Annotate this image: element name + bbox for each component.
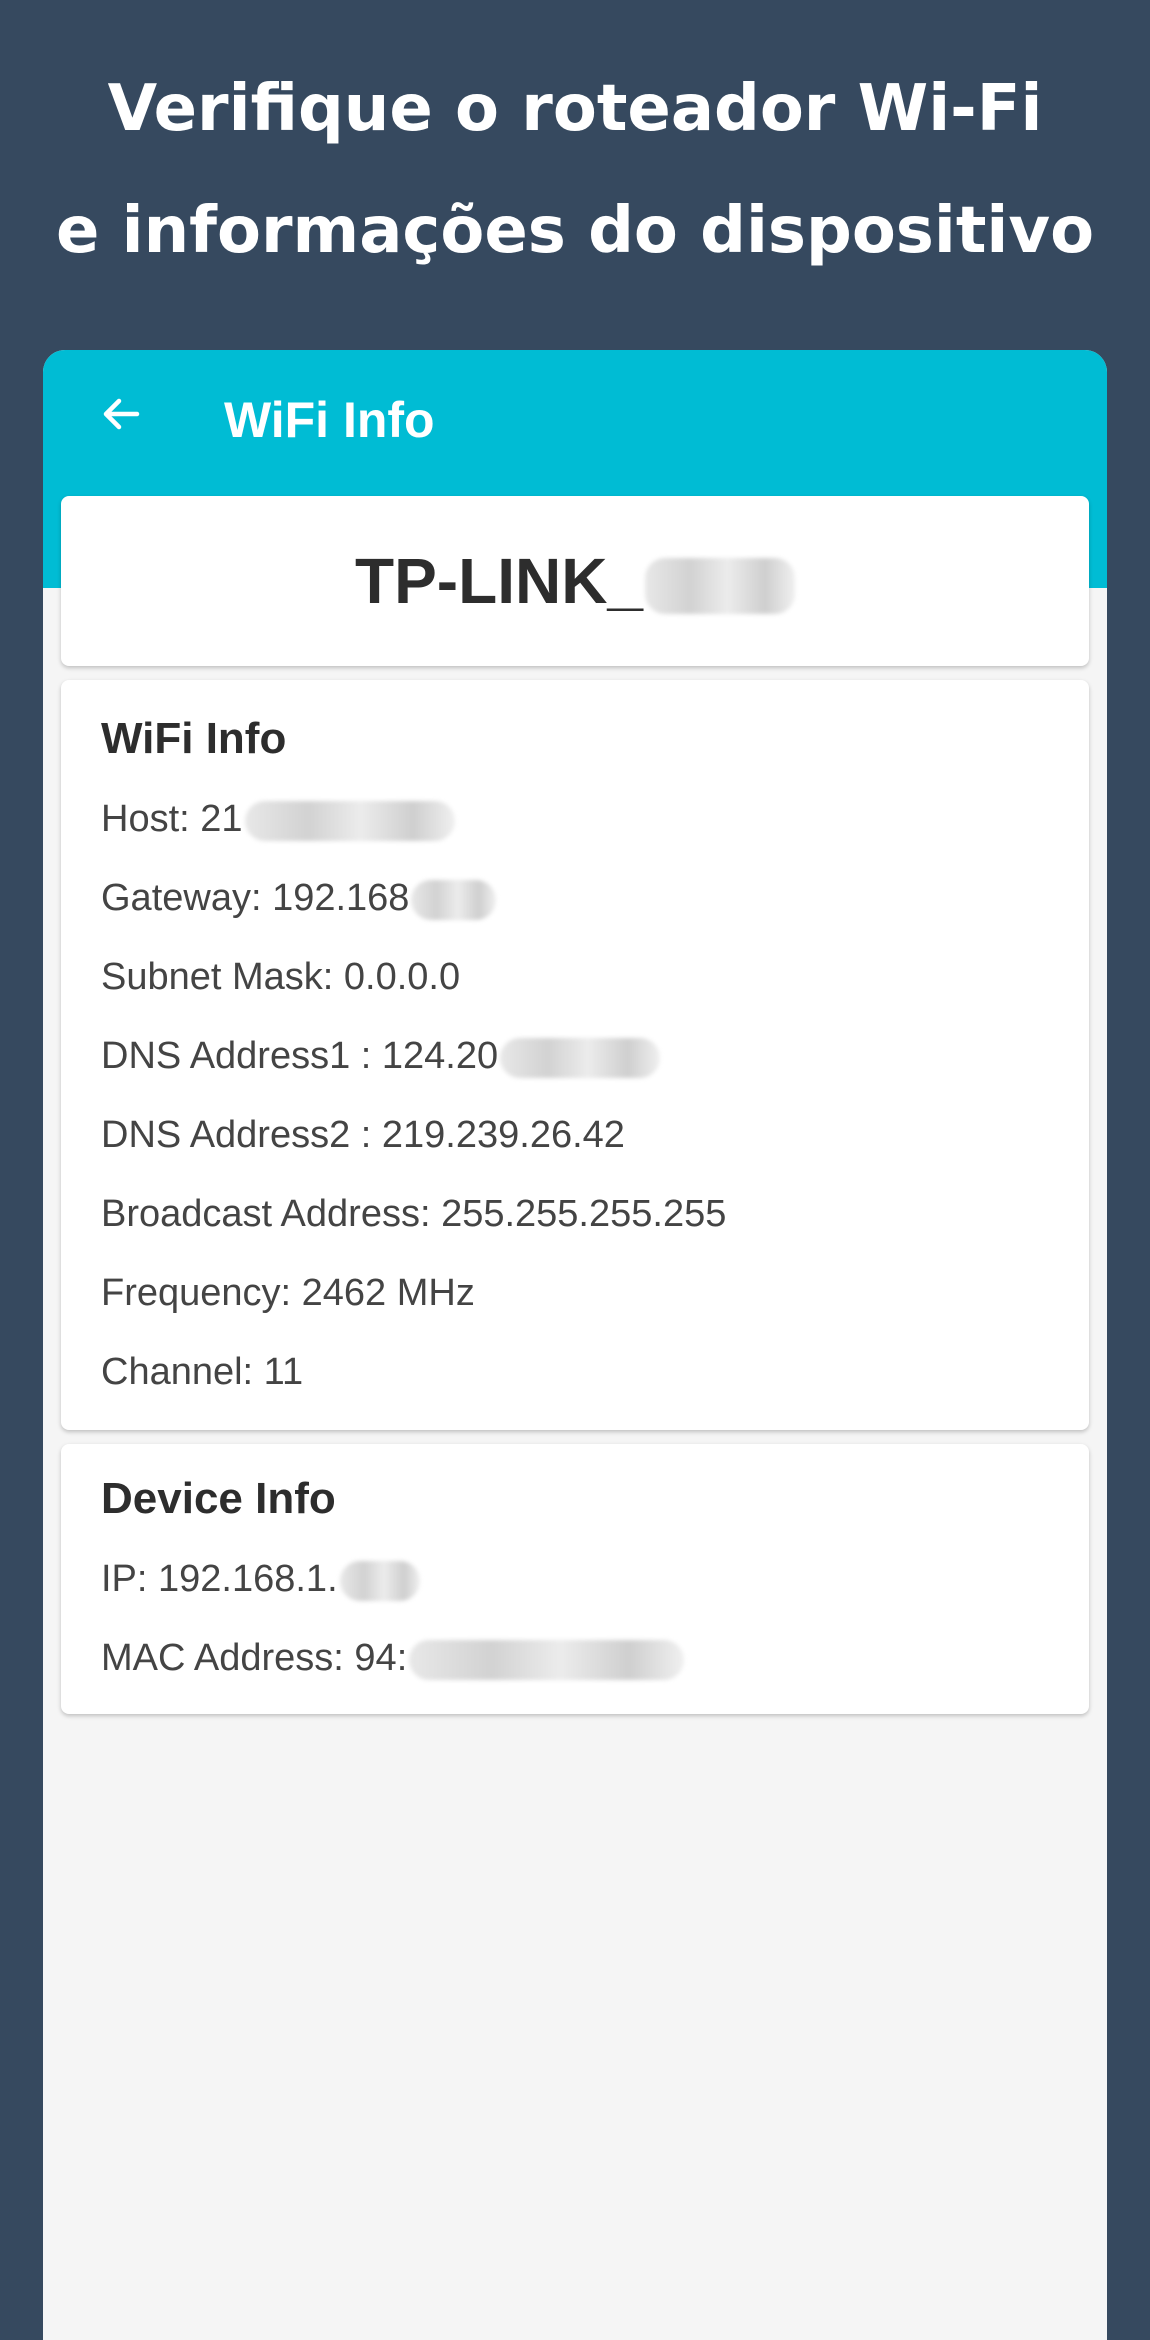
network-ssid-text: TP-LINK_ (355, 545, 643, 617)
redacted-blur (409, 1639, 685, 1680)
gateway-row: Gateway: 192.168 (101, 877, 497, 920)
redacted-blur (244, 800, 455, 841)
wifi-info-title: WiFi Info (101, 714, 287, 763)
host-row: Host: 21 (101, 798, 455, 841)
network-name-card: TP-LINK_ (61, 496, 1089, 666)
ip-row: IP: 192.168.1. (101, 1558, 420, 1601)
redacted-blur (339, 1560, 420, 1601)
channel-row: Channel: 11 (101, 1351, 304, 1393)
ip-text: IP: 192.168.1. (101, 1558, 338, 1600)
frequency-row: Frequency: 2462 MHz (101, 1272, 475, 1314)
device-info-card: Device Info IP: 192.168.1. MAC Address: … (61, 1444, 1089, 1714)
app-screen: WiFi Info TP-LINK_ WiFi Info Host: 21 Ga… (43, 350, 1107, 2340)
broadcast-address-row: Broadcast Address: 255.255.255.255 (101, 1193, 727, 1235)
dns-address-1-row: DNS Address1 : 124.20 (101, 1035, 661, 1078)
promo-line-2: e informações do dispositivo (55, 194, 1095, 268)
network-ssid: TP-LINK_ (61, 496, 1089, 666)
promo-heading: Verifique o roteador Wi-Fi e informações… (0, 48, 1150, 292)
redacted-blur (411, 879, 497, 920)
device-info-title: Device Info (101, 1474, 336, 1523)
wifi-info-card: WiFi Info Host: 21 Gateway: 192.168 Subn… (61, 680, 1089, 1430)
dns-address-2-row: DNS Address2 : 219.239.26.42 (101, 1114, 625, 1156)
mac-address-text: MAC Address: 94: (101, 1637, 408, 1679)
back-button[interactable] (79, 374, 163, 458)
gateway-text: Gateway: 192.168 (101, 877, 410, 919)
arrow-left-icon (97, 390, 145, 442)
promo-line-1: Verifique o roteador Wi-Fi (107, 72, 1043, 146)
redacted-blur (645, 558, 795, 615)
mac-address-row: MAC Address: 94: (101, 1637, 685, 1680)
subnet-mask-row: Subnet Mask: 0.0.0.0 (101, 956, 461, 998)
page-title: WiFi Info (224, 392, 435, 448)
host-text: Host: 21 (101, 798, 243, 840)
dns-address-1-text: DNS Address1 : 124.20 (101, 1035, 499, 1077)
redacted-blur (500, 1037, 661, 1078)
